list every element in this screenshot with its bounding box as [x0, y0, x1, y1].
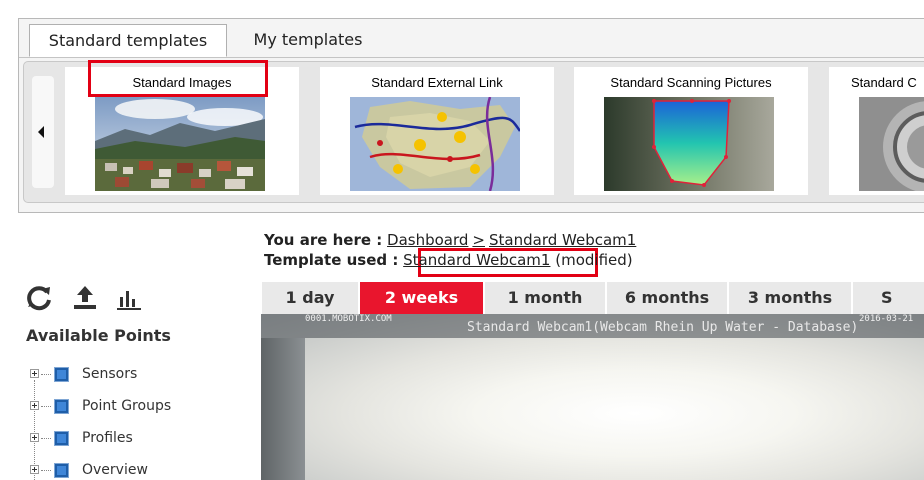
tree-item-label: Sensors: [82, 366, 138, 382]
breadcrumb: You are here : Dashboard > Standard Webcam…: [264, 230, 636, 250]
template-tabbar: Standard templates My templates: [19, 19, 924, 58]
tree-branch-line: [41, 374, 51, 375]
town-landscape-thumbnail: [95, 97, 265, 191]
template-used-link[interactable]: Standard Webcam1: [403, 251, 550, 269]
tree-item-label: Point Groups: [82, 398, 172, 414]
breadcrumb-dashboard-link[interactable]: Dashboard: [387, 231, 468, 249]
tree-item-label: Overview: [82, 462, 148, 478]
webcam-tower-silhouette: [261, 338, 305, 480]
template-card-standard-scanning-pictures[interactable]: Standard Scanning Pictures: [574, 67, 808, 195]
period-tab-1-month[interactable]: 1 month: [485, 282, 605, 314]
template-carousel: Standard Images Standard External Link S…: [23, 61, 924, 203]
tree-item-label: Profiles: [82, 430, 133, 446]
period-tab-2-weeks[interactable]: 2 weeks: [360, 282, 483, 314]
chevron-left-icon: [38, 126, 44, 138]
folder-box-icon: [54, 399, 69, 414]
breadcrumb-separator: >: [472, 231, 485, 249]
available-points-heading: Available Points: [26, 326, 171, 345]
template-modified-note: (modified): [555, 251, 633, 269]
dam-scan-thumbnail: [604, 97, 774, 191]
webcam-stamp-left: 0001.MOBOTIX.COM: [305, 314, 392, 324]
carousel-prev-button[interactable]: [32, 76, 54, 188]
tree-branch-line: [41, 470, 51, 471]
expand-icon[interactable]: [30, 369, 39, 378]
period-tabs: 1 day 2 weeks 1 month 6 months 3 months …: [262, 282, 924, 314]
upload-icon[interactable]: [71, 283, 99, 311]
expand-icon[interactable]: [30, 433, 39, 442]
tree-branch-line: [41, 438, 51, 439]
template-used: Template used : Standard Webcam1 (modifi…: [264, 250, 636, 270]
expand-icon[interactable]: [30, 465, 39, 474]
webcam-caption: Standard Webcam1(Webcam Rhein Up Water -…: [467, 320, 859, 335]
breadcrumb-prefix: You are here :: [264, 231, 383, 249]
refresh-icon[interactable]: [25, 283, 53, 311]
template-card-title: Standard Images: [132, 75, 232, 90]
template-gallery: Standard templates My templates Standard…: [18, 18, 924, 213]
folder-box-icon: [54, 463, 69, 478]
template-card-standard-external-link[interactable]: Standard External Link: [320, 67, 554, 195]
expand-icon[interactable]: [30, 401, 39, 410]
period-tab-6-months[interactable]: 6 months: [607, 282, 727, 314]
template-card-title: Standard Scanning Pictures: [610, 75, 772, 90]
period-tab-3-months[interactable]: 3 months: [729, 282, 851, 314]
breadcrumb-current-link[interactable]: Standard Webcam1: [489, 231, 636, 249]
tab-standard-templates[interactable]: Standard templates: [29, 24, 227, 57]
period-tab-next[interactable]: S: [853, 282, 924, 314]
page-info: You are here : Dashboard > Standard Webcam…: [264, 230, 636, 270]
template-card-title: Standard C: [851, 75, 917, 90]
webcam-image: 0001.MOBOTIX.COM 2016-03-21 Standard Web…: [261, 314, 924, 480]
template-card-standard-images[interactable]: Standard Images: [65, 67, 299, 195]
template-used-prefix: Template used :: [264, 251, 399, 269]
tree-branch-line: [41, 406, 51, 407]
folder-box-icon: [54, 367, 69, 382]
tab-my-templates[interactable]: My templates: [233, 24, 383, 57]
camera-lens-thumbnail: [859, 97, 924, 191]
bar-chart-icon[interactable]: [115, 283, 143, 311]
template-card-standard-c[interactable]: Standard C: [829, 67, 924, 195]
period-tab-1-day[interactable]: 1 day: [262, 282, 358, 314]
webcam-stamp-right: 2016-03-21: [859, 314, 914, 324]
weather-map-thumbnail: [350, 97, 520, 191]
folder-box-icon: [54, 431, 69, 446]
webcam-fog-image: [261, 314, 924, 480]
template-card-title: Standard External Link: [371, 75, 503, 90]
